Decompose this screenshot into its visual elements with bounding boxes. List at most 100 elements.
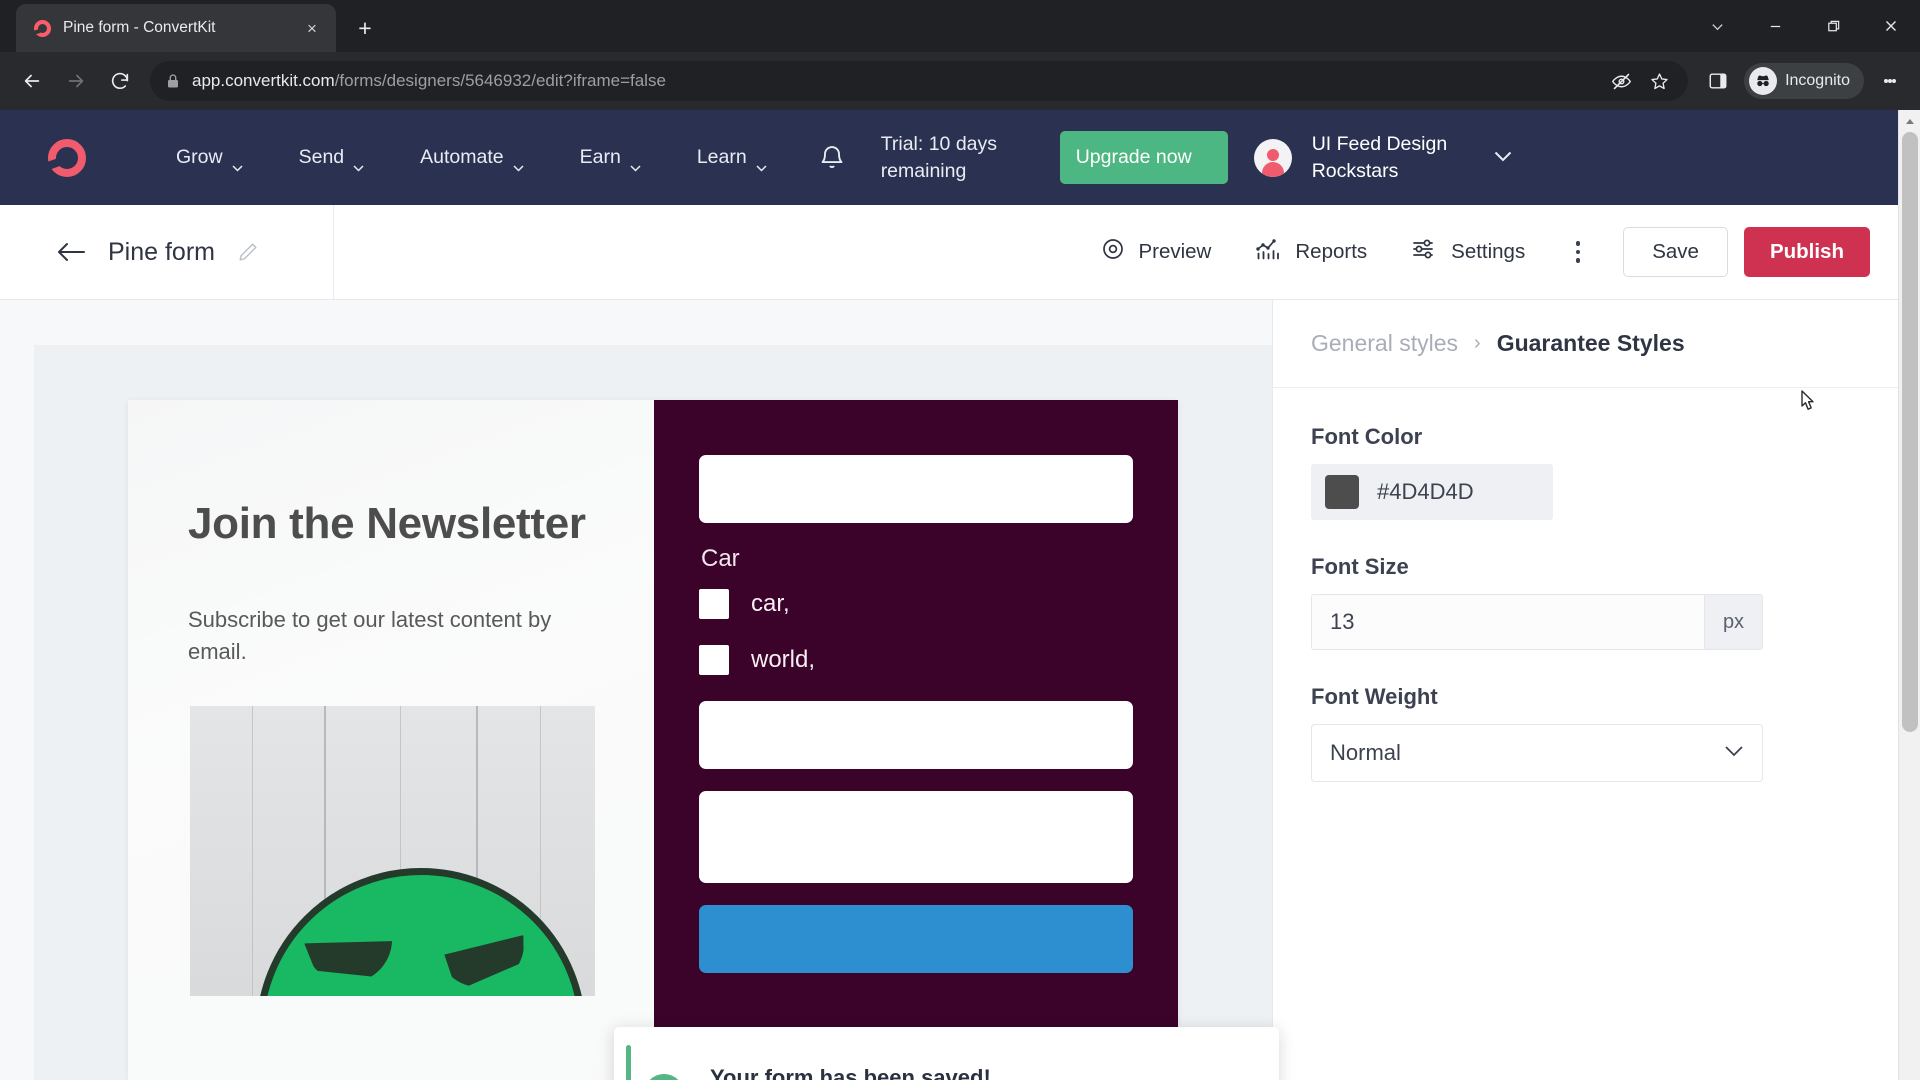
nav-item-label: Earn	[579, 146, 621, 168]
omnibox-actions	[1604, 64, 1676, 98]
account-name[interactable]: UI Feed Design Rockstars	[1312, 131, 1472, 184]
form-subheading: Subscribe to get our latest content by e…	[188, 607, 552, 665]
nav-item-learn[interactable]: Learn	[669, 146, 795, 172]
browser-toolbar: app.convertkit.com/forms/designers/56469…	[0, 52, 1920, 110]
settings-label: Settings	[1451, 240, 1526, 263]
form-shell: Join the Newsletter Subscribe to get our…	[128, 400, 1178, 1080]
nav-item-label: Send	[298, 146, 345, 168]
address-bar[interactable]: app.convertkit.com/forms/designers/56469…	[150, 61, 1689, 101]
form-canvas: Join the Newsletter Subscribe to get our…	[0, 300, 1272, 1080]
reports-button[interactable]: Reports	[1233, 236, 1389, 268]
more-options-icon[interactable]	[1555, 229, 1601, 275]
new-tab-button[interactable]: +	[348, 11, 382, 45]
settings-button[interactable]: Settings	[1389, 236, 1547, 268]
page-title: Pine form	[108, 237, 215, 266]
font-size-input[interactable]	[1312, 595, 1704, 649]
green-face-graphic	[256, 868, 586, 997]
back-icon[interactable]	[10, 59, 54, 103]
nav-item-label: Grow	[176, 146, 223, 168]
chevron-right-icon: ›	[1474, 332, 1481, 354]
reload-icon[interactable]	[98, 59, 142, 103]
preview-button[interactable]: Preview	[1078, 236, 1233, 268]
form-field-three[interactable]	[699, 791, 1133, 883]
browser-menu-icon[interactable]	[1870, 61, 1910, 101]
nav-item-earn[interactable]: Earn	[552, 146, 669, 172]
chevron-down-icon[interactable]	[1688, 3, 1746, 49]
chevron-down-icon[interactable]	[1494, 149, 1512, 167]
avatar[interactable]	[1253, 138, 1292, 177]
browser-tab[interactable]: Pine form - ConvertKit ×	[16, 4, 336, 52]
app-nav-items: Grow Send Automate Earn Learn	[148, 146, 795, 172]
form-field-two[interactable]	[699, 701, 1133, 769]
font-weight-value: Normal	[1330, 740, 1401, 765]
nav-item-label: Learn	[696, 146, 747, 168]
tab-title: Pine form - ConvertKit	[63, 19, 216, 36]
chevron-down-icon	[1724, 744, 1744, 762]
chevron-down-icon	[630, 155, 641, 172]
reports-label: Reports	[1295, 240, 1368, 263]
form-field-email[interactable]	[699, 455, 1133, 523]
save-button[interactable]: Save	[1623, 227, 1728, 277]
incognito-label: Incognito	[1785, 72, 1850, 89]
workspace: Join the Newsletter Subscribe to get our…	[0, 300, 1920, 1080]
font-size-label: Font Size	[1311, 554, 1409, 579]
convertkit-logo-icon[interactable]	[48, 133, 98, 183]
browser-window: Pine form - ConvertKit × + app.convertki…	[0, 0, 1920, 1080]
check-circle-icon	[644, 1073, 684, 1080]
bookmark-star-icon[interactable]	[1642, 64, 1676, 98]
page-scrollbar[interactable]	[1898, 110, 1920, 1080]
font-size-field[interactable]: px	[1311, 594, 1763, 650]
url-path: /forms/designers/5646932/edit?iframe=fal…	[334, 71, 666, 90]
chevron-down-icon	[232, 155, 243, 172]
toast-notification: Your form has been saved! It may take a …	[614, 1027, 1279, 1080]
incognito-profile-button[interactable]: Incognito	[1744, 63, 1864, 99]
eye-off-icon[interactable]	[1604, 64, 1638, 98]
checkbox-row[interactable]: car,	[699, 589, 1133, 619]
checkbox-car[interactable]	[699, 589, 729, 619]
form-submit-button[interactable]	[699, 905, 1133, 973]
checkbox-label: world,	[751, 646, 816, 673]
back-icon[interactable]	[56, 241, 86, 263]
nav-item-send[interactable]: Send	[271, 146, 393, 172]
scrollbar-thumb[interactable]	[1902, 132, 1918, 732]
form-preview-card: Join the Newsletter Subscribe to get our…	[34, 345, 1272, 1080]
font-weight-label: Font Weight	[1311, 684, 1438, 709]
mouse-cursor	[1795, 388, 1821, 427]
nav-item-automate[interactable]: Automate	[392, 146, 551, 172]
forward-icon	[54, 59, 98, 103]
notifications-bell-icon[interactable]	[817, 143, 847, 173]
font-weight-select[interactable]: Normal	[1311, 724, 1763, 782]
close-icon[interactable]	[1862, 3, 1920, 49]
trial-status: Trial: 10 days remaining	[880, 133, 998, 182]
publish-button[interactable]: Publish	[1743, 227, 1870, 277]
font-size-unit: px	[1704, 595, 1762, 649]
side-panel-icon[interactable]	[1698, 61, 1738, 101]
form-heading: Join the Newsletter	[188, 499, 586, 548]
toast-accent-bar	[626, 1045, 631, 1080]
url-domain: app.convertkit.com	[192, 71, 335, 90]
toast-text: Your form has been saved! It may take a …	[710, 1065, 1186, 1080]
font-color-label: Font Color	[1311, 424, 1423, 449]
form-left-column: Join the Newsletter Subscribe to get our…	[128, 400, 654, 1080]
form-right-column: Car car, world,	[654, 400, 1178, 1080]
font-color-field[interactable]: #4D4D4D	[1311, 464, 1553, 520]
edit-pencil-icon[interactable]	[237, 241, 259, 263]
checkbox-row[interactable]: world,	[699, 645, 1133, 675]
upgrade-now-button[interactable]: Upgrade now	[1059, 131, 1228, 184]
close-icon[interactable]: ×	[300, 16, 324, 40]
editor-actions: Preview Reports Settings Save Publish	[1078, 227, 1920, 277]
breadcrumb-current: Guarantee Styles	[1496, 330, 1685, 356]
breadcrumb-parent[interactable]: General styles	[1311, 330, 1458, 357]
color-swatch[interactable]	[1325, 475, 1359, 509]
preview-label: Preview	[1138, 240, 1212, 263]
checkbox-world[interactable]	[699, 645, 729, 675]
checkbox-label: car,	[751, 590, 790, 617]
window-controls	[1688, 0, 1920, 52]
minimize-icon[interactable]	[1746, 3, 1804, 49]
restore-icon[interactable]	[1804, 3, 1862, 49]
nav-item-label: Automate	[420, 146, 504, 168]
scroll-up-icon[interactable]	[1899, 110, 1920, 132]
form-editor-toolbar: Pine form Preview Reports Settings Save …	[0, 204, 1920, 300]
style-fields: Font Color #4D4D4D Font Size px Font Wei…	[1273, 388, 1920, 782]
nav-item-grow[interactable]: Grow	[148, 146, 271, 172]
